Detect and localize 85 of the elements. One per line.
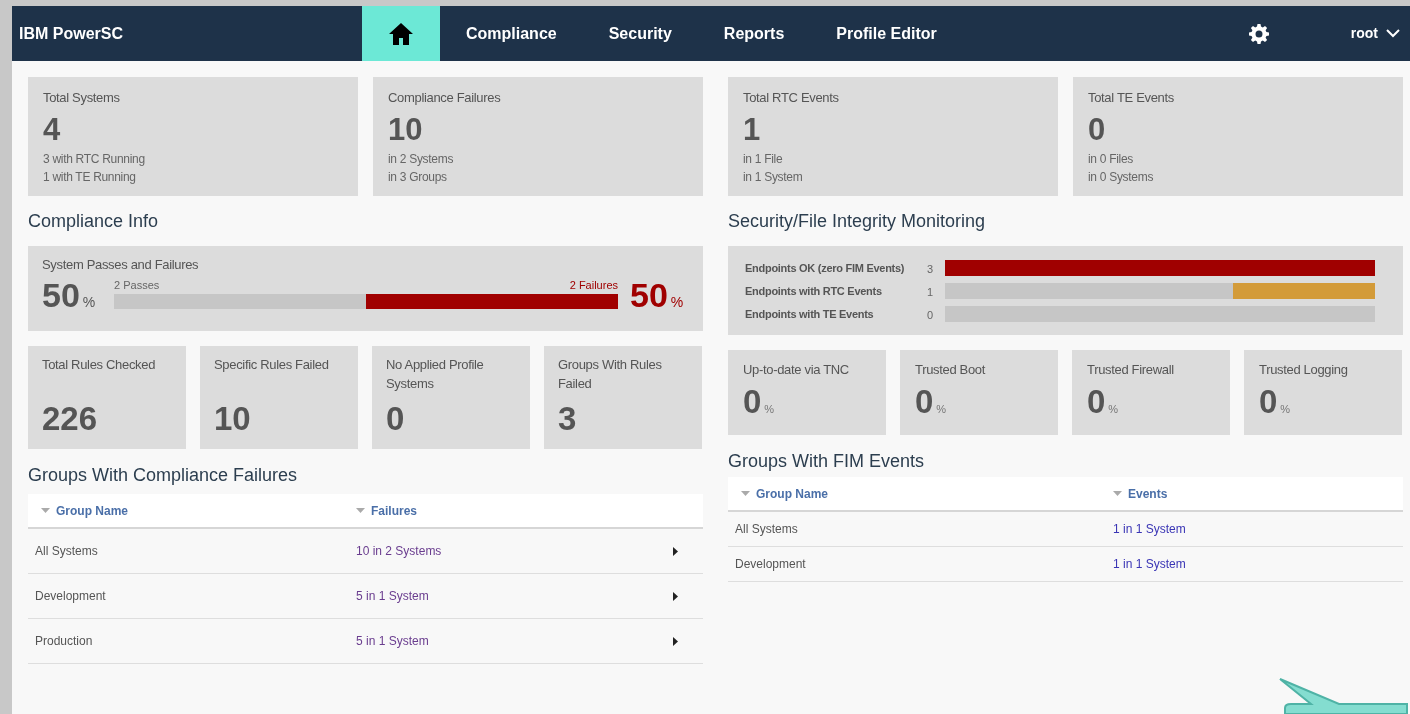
table-cell: Development <box>735 557 806 571</box>
card-title: Compliance Failures <box>388 89 501 107</box>
metric-value: 0 <box>386 399 405 439</box>
table-cell: All Systems <box>35 544 98 558</box>
bar-label: Endpoints with TE Events <box>745 306 875 322</box>
percent-unit: % <box>1108 401 1119 417</box>
card-title: Trusted Firewall <box>1087 361 1175 379</box>
card-title: Up-to-date via TNC <box>743 361 850 379</box>
stat-detail: in 0 Files <box>1088 150 1134 168</box>
percent-unit: % <box>764 401 775 417</box>
section-heading: Compliance Info <box>28 211 160 231</box>
stat-value: 10 <box>388 110 423 149</box>
metric-value: 3 <box>558 399 577 439</box>
chevron-right-icon[interactable] <box>673 591 678 601</box>
bar-label: Endpoints with RTC Events <box>745 283 883 299</box>
percent-value: 50 <box>630 276 668 313</box>
chevron-down-icon <box>1386 29 1400 38</box>
sort-caret-icon <box>356 508 365 513</box>
metric-value: 226 <box>42 399 98 439</box>
brand-title: IBM PowerSC <box>19 23 124 44</box>
table-cell: All Systems <box>735 522 798 536</box>
home-icon <box>388 21 414 46</box>
stat-detail: 1 with TE Running <box>43 168 136 186</box>
stat-value: 0 <box>1088 110 1106 149</box>
metric-value: 10 <box>214 399 251 439</box>
stat-value: 4 <box>43 110 61 149</box>
bar-label: Endpoints OK (zero FIM Events) <box>745 260 906 276</box>
section-heading: Groups With Compliance Failures <box>28 464 299 486</box>
table-link[interactable]: 10 in 2 Systems <box>356 544 442 558</box>
column-header[interactable]: Group Name <box>56 501 128 520</box>
card-title: Trusted Logging <box>1259 361 1349 379</box>
column-header[interactable]: Group Name <box>756 484 828 503</box>
stat-detail: in 1 File <box>743 150 783 168</box>
nav-tab[interactable]: Security <box>582 6 698 61</box>
metric-value: 0 <box>1259 383 1278 420</box>
chevron-right-icon[interactable] <box>673 636 678 646</box>
column-header[interactable]: Failures <box>371 501 418 520</box>
percent-unit: % <box>1280 401 1291 417</box>
settings-button[interactable] <box>1248 23 1269 44</box>
bar-count: 0 <box>927 309 934 321</box>
nav-tab[interactable]: Profile Editor <box>810 6 963 61</box>
percent-unit: % <box>936 401 947 417</box>
table-cell: Development <box>35 589 106 603</box>
section-heading: Groups With FIM Events <box>728 450 926 472</box>
percent-unit: % <box>670 292 684 312</box>
card-title: Total RTC Events <box>743 89 839 107</box>
table-cell: Production <box>35 634 93 648</box>
table-link[interactable]: 5 in 1 System <box>356 634 429 648</box>
section-heading: Security/File Integrity Monitoring <box>728 211 987 231</box>
card-title: Total Systems <box>43 89 120 107</box>
user-menu[interactable]: root <box>1350 23 1400 44</box>
bar-count: 3 <box>927 263 934 275</box>
table-link[interactable]: 5 in 1 System <box>356 589 429 603</box>
table-link[interactable]: 1 in 1 System <box>1113 522 1186 536</box>
percent-unit: % <box>82 292 96 312</box>
stat-detail: 3 with RTC Running <box>43 150 145 168</box>
card-title: Total Rules Checked <box>42 356 157 374</box>
card-title: No Applied Profile Systems <box>386 356 485 393</box>
table-link[interactable]: 1 in 1 System <box>1113 557 1186 571</box>
home-tab[interactable] <box>362 6 440 61</box>
metric-value: 0 <box>1087 383 1106 420</box>
card-title: Trusted Boot <box>915 361 987 379</box>
bar-label: 2 Failures <box>569 277 618 292</box>
sort-caret-icon <box>41 508 50 513</box>
stat-detail: in 2 Systems <box>388 150 454 168</box>
metric-value: 0 <box>743 383 762 420</box>
stat-detail: in 3 Groups <box>388 168 447 186</box>
sort-caret-icon <box>1113 491 1122 496</box>
card-title: System Passes and Failures <box>42 256 200 274</box>
percent-value: 50 <box>42 276 80 313</box>
stat-detail: in 1 System <box>743 168 803 186</box>
stat-detail: in 0 Systems <box>1088 168 1154 186</box>
column-header[interactable]: Events <box>1128 484 1168 503</box>
card-title: Groups With Rules Failed <box>558 356 663 393</box>
stat-value: 1 <box>743 110 761 149</box>
nav-tab[interactable]: Reports <box>697 6 811 61</box>
metric-value: 0 <box>915 383 934 420</box>
bar-count: 1 <box>927 286 934 298</box>
settings-icon <box>1248 23 1269 44</box>
nav-tab[interactable]: Compliance <box>440 6 583 61</box>
sort-caret-icon <box>741 491 750 496</box>
chevron-right-icon[interactable] <box>673 546 678 556</box>
card-title: Specific Rules Failed <box>214 356 330 374</box>
card-title: Total TE Events <box>1088 89 1174 107</box>
bar-label: 2 Passes <box>114 277 160 292</box>
